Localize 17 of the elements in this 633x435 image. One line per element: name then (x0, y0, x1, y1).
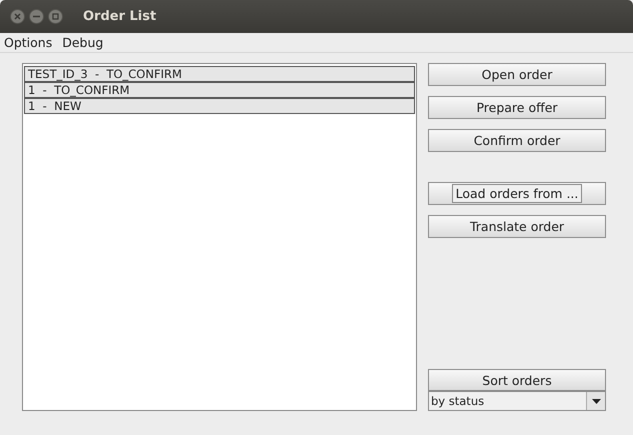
action-button[interactable]: Translate order (428, 215, 606, 238)
action-button[interactable]: Prepare offer (428, 96, 606, 119)
dropdown-arrow-icon (592, 398, 600, 404)
action-button[interactable]: Load orders from ... (428, 182, 606, 205)
order-row[interactable]: 1 - TO_CONFIRM (24, 82, 415, 98)
menu-item[interactable]: Debug (62, 35, 104, 50)
minimize-icon[interactable] (29, 9, 44, 24)
order-row[interactable]: TEST_ID_3 - TO_CONFIRM (24, 66, 415, 82)
sort-dropdown[interactable]: by status (428, 391, 606, 411)
menu-item[interactable]: Options (4, 35, 52, 50)
order-row[interactable]: 1 - NEW (24, 98, 415, 114)
window-title: Order List (83, 9, 156, 24)
close-icon[interactable] (10, 9, 25, 24)
sort-button[interactable]: Sort orders (428, 369, 606, 391)
action-button[interactable]: Confirm order (428, 129, 606, 152)
maximize-icon[interactable] (48, 9, 63, 24)
action-button[interactable]: Open order (428, 63, 606, 86)
